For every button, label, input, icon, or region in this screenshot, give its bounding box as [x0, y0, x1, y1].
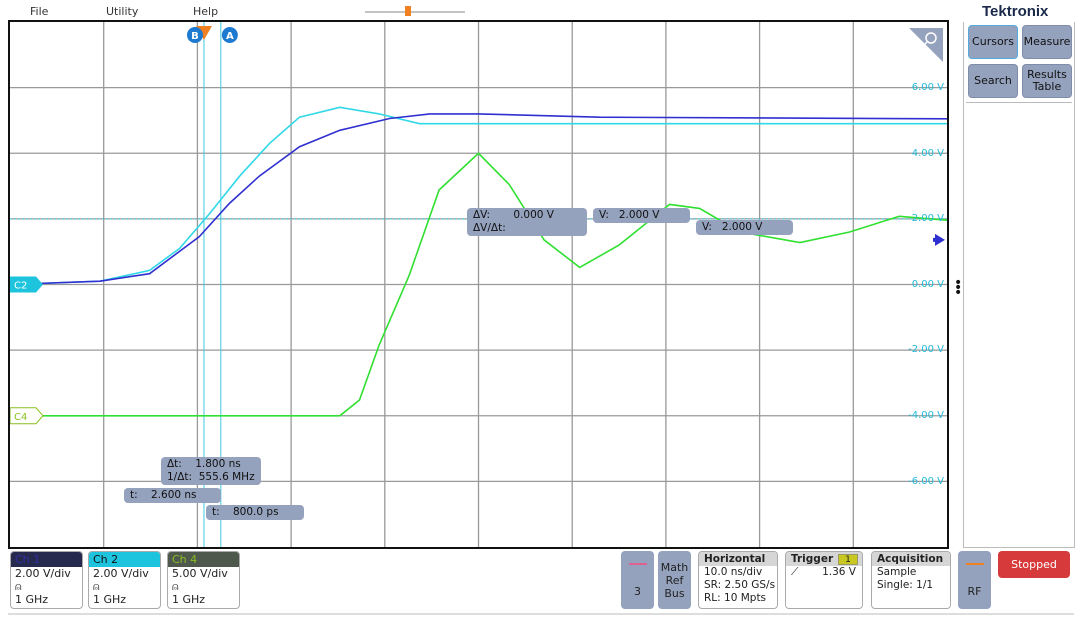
- tektronix-logo: Tektronix: [982, 3, 1049, 20]
- y-axis-label: 4.00 V: [911, 147, 944, 159]
- trigger-level-arrow-icon[interactable]: [933, 233, 945, 246]
- waveform-display[interactable]: B A C2 C4 Δt: 1.800 ns 1/Δt: 555.6 MHz t: 2.…: [8, 20, 949, 549]
- rising-edge-icon: ⟋: [791, 566, 799, 578]
- y-axis-label: 6.00 V: [911, 82, 944, 93]
- cursor-a-voltage-readout[interactable]: V: 2.000 V: [593, 208, 690, 223]
- menu-file[interactable]: File: [30, 5, 48, 18]
- add-channel-3-button[interactable]: 3: [621, 551, 654, 609]
- side-panel: Cursors Measure Search Results Table: [963, 22, 1075, 548]
- search-button[interactable]: Search: [968, 64, 1018, 98]
- probe-icon: ⍝: [93, 580, 100, 593]
- results-table-button[interactable]: Results Table: [1022, 64, 1072, 98]
- probe-icon: ⍝: [172, 580, 179, 593]
- channel-1-badge[interactable]: Ch 2 2.00 V/div ⍝ 1 GHz: [88, 551, 161, 609]
- run-stop-button[interactable]: Stopped: [998, 551, 1070, 578]
- y-axis-label: -4.00 V: [908, 410, 944, 421]
- bottom-divider: [8, 613, 1074, 615]
- channel-name: Ch 4: [168, 552, 239, 567]
- channel-scale: 5.00 V/div: [172, 567, 228, 580]
- zoom-icon[interactable]: [909, 28, 943, 62]
- math-ref-bus-button[interactable]: Math Ref Bus: [658, 551, 691, 609]
- channel-bandwidth: 1 GHz: [15, 593, 49, 606]
- c2-marker-label: C2: [14, 281, 27, 292]
- rf-color-icon: [965, 562, 984, 565]
- y-axis-label: 2.00 V: [911, 213, 944, 225]
- c4-marker-label: C4: [14, 412, 27, 423]
- cursor-a-time-readout[interactable]: t: 800.0 ps: [206, 505, 304, 520]
- channel-2-badge[interactable]: Ch 4 5.00 V/div ⍝ 1 GHz: [167, 551, 240, 609]
- channel-name: Ch 1: [11, 552, 82, 567]
- probe-icon: ⍝: [15, 580, 22, 593]
- ch3-color-icon: [628, 562, 647, 565]
- delta-v-readout[interactable]: ΔV: 0.000 V ΔV/Δt:: [467, 208, 587, 236]
- channel-scale: 2.00 V/div: [15, 567, 71, 580]
- cursor-b-time-readout[interactable]: t: 2.600 ns: [124, 488, 221, 503]
- measure-button[interactable]: Measure: [1022, 25, 1072, 59]
- trigger-source: 1: [838, 554, 858, 565]
- y-axis-label: -2.00 V: [908, 344, 944, 356]
- trigger-position-icon: [405, 6, 411, 16]
- rf-button[interactable]: RF: [958, 551, 991, 609]
- channel-bandwidth: 1 GHz: [93, 593, 127, 606]
- menu-help[interactable]: Help: [193, 5, 218, 18]
- y-axis-label: -6.00 V: [908, 475, 944, 487]
- channel-bandwidth: 1 GHz: [172, 593, 206, 606]
- channel-0-badge[interactable]: Ch 1 2.00 V/div ⍝ 1 GHz: [10, 551, 83, 609]
- horizontal-badge[interactable]: Horizontal 10.0 ns/div SR: 2.50 GS/s RL: 10…: [698, 551, 778, 609]
- channel-scale: 2.00 V/div: [93, 567, 149, 580]
- delta-t-readout[interactable]: Δt: 1.800 ns 1/Δt: 555.6 MHz: [161, 457, 261, 485]
- menu-utility[interactable]: Utility: [106, 5, 138, 18]
- cursor-b-voltage-readout[interactable]: V: 2.000 V: [696, 220, 793, 235]
- more-options-handle[interactable]: • • •: [954, 276, 962, 300]
- acquisition-badge[interactable]: Acquisition Sample Single: 1/1: [871, 551, 951, 609]
- waveform-graticule[interactable]: B A C2 C4: [10, 22, 947, 547]
- divider: [966, 102, 1072, 103]
- cursors-button[interactable]: Cursors: [968, 25, 1018, 59]
- cursor-b-label: B: [191, 31, 199, 42]
- channel-name: Ch 2: [89, 552, 160, 567]
- y-axis-label: 0.00 V: [911, 278, 944, 290]
- cursor-a-label: A: [226, 31, 234, 42]
- trigger-badge[interactable]: Trigger 1 ⟋ 1.36 V: [785, 551, 863, 609]
- record-position-indicator[interactable]: [360, 2, 470, 20]
